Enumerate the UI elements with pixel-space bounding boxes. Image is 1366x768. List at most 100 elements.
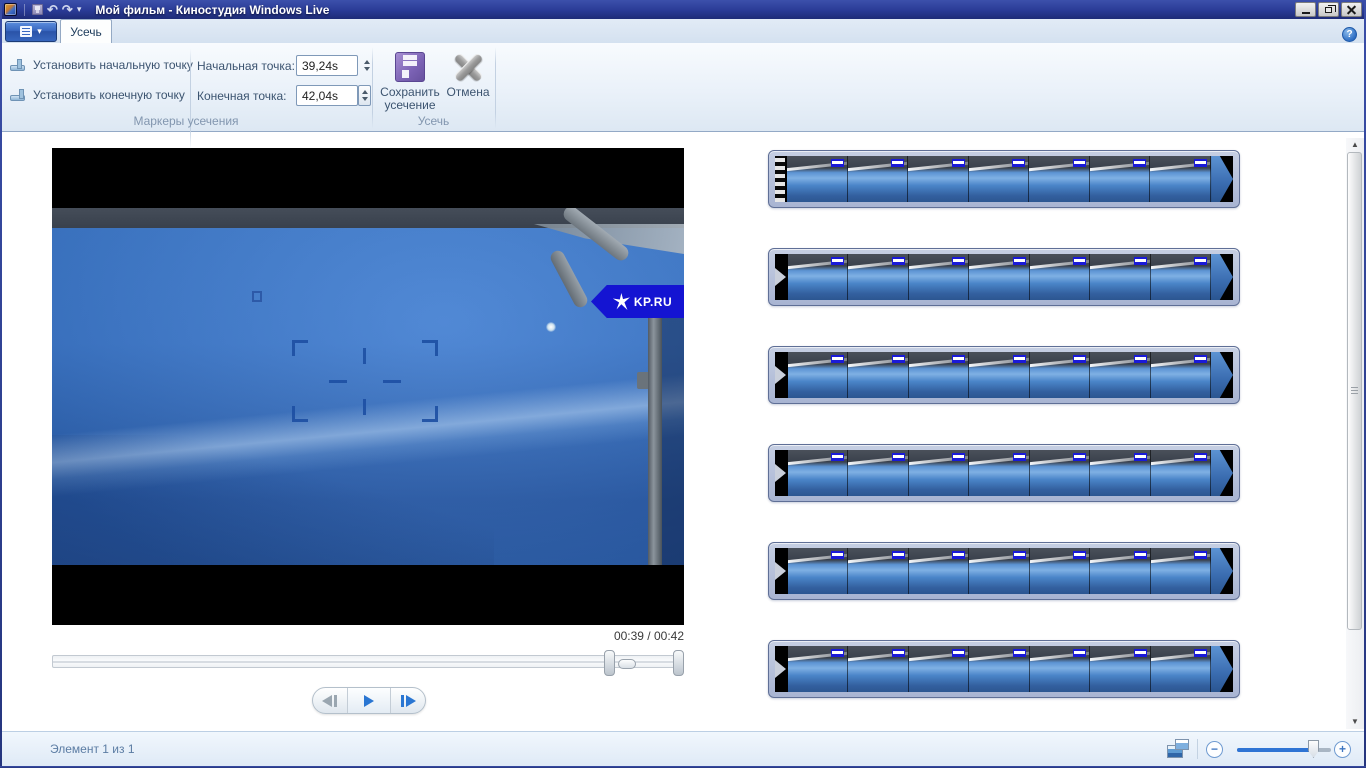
close-button[interactable] xyxy=(1341,2,1362,17)
video-frame-thumbnail[interactable] xyxy=(847,156,909,202)
vertical-scrollbar[interactable]: ▲ ▼ xyxy=(1346,138,1364,729)
video-frame-thumbnail[interactable] xyxy=(1090,254,1151,300)
filmstrip-row[interactable] xyxy=(768,640,1240,698)
undo-icon[interactable]: ↶ xyxy=(47,3,58,16)
zoom-slider-thumb[interactable] xyxy=(1308,740,1319,758)
trim-end-handle[interactable] xyxy=(673,650,684,676)
start-point-label: Начальная точка: xyxy=(197,59,295,73)
video-frame-thumbnail[interactable] xyxy=(1150,156,1212,202)
filmstrip-panel xyxy=(768,150,1240,738)
thumbnail-view-icon[interactable] xyxy=(1167,739,1189,758)
start-point-value: 39,24s xyxy=(302,58,339,73)
video-frame-thumbnail[interactable] xyxy=(788,254,849,300)
previous-frame-button[interactable] xyxy=(313,688,347,713)
video-frame-thumbnail[interactable] xyxy=(1029,548,1091,594)
zoom-out-button[interactable]: − xyxy=(1206,741,1223,758)
start-point-input[interactable]: 39,24s xyxy=(296,55,358,76)
strip-arrow-icon xyxy=(1211,156,1234,202)
titlebar: ↶ ↷ ▾ Мой фильм - Киностудия Windows Liv… xyxy=(0,0,1366,19)
filmstrip-row[interactable] xyxy=(768,542,1240,600)
app-menu-button[interactable]: ▾ xyxy=(5,21,57,42)
cancel-label: Отмена xyxy=(446,85,490,99)
video-frame-thumbnail[interactable] xyxy=(908,450,970,496)
video-frame-thumbnail[interactable] xyxy=(969,254,1030,300)
video-frame-thumbnail[interactable] xyxy=(1029,254,1091,300)
hud-overlay xyxy=(52,208,684,565)
video-frame-thumbnail[interactable] xyxy=(969,548,1030,594)
video-frame-thumbnail[interactable] xyxy=(1150,254,1211,300)
video-frame-thumbnail[interactable] xyxy=(1029,450,1091,496)
set-start-point-button[interactable]: Установить начальную точку xyxy=(6,54,197,76)
app-icon[interactable] xyxy=(4,3,17,16)
video-frame-thumbnail[interactable] xyxy=(848,254,909,300)
video-frame-thumbnail[interactable] xyxy=(1090,646,1151,692)
tab-trim[interactable]: Усечь xyxy=(60,19,112,43)
video-frame-thumbnail[interactable] xyxy=(908,156,969,202)
video-frame-thumbnail[interactable] xyxy=(1090,352,1151,398)
video-frame-thumbnail[interactable] xyxy=(788,450,849,496)
window-title: Мой фильм - Киностудия Windows Live xyxy=(95,2,330,17)
video-frame-thumbnail[interactable] xyxy=(788,352,849,398)
save-icon[interactable] xyxy=(32,4,43,15)
end-point-spinner[interactable] xyxy=(358,85,371,106)
filmstrip-row[interactable] xyxy=(768,150,1240,208)
video-frame-thumbnail[interactable] xyxy=(788,646,849,692)
filmstrip-row[interactable] xyxy=(768,248,1240,306)
group-label-trim-markers: Маркеры усечения xyxy=(133,114,239,128)
video-frame-thumbnail[interactable] xyxy=(848,450,909,496)
video-frame-thumbnail[interactable] xyxy=(848,548,909,594)
video-frame-thumbnail[interactable] xyxy=(1150,352,1211,398)
film-sprockets xyxy=(775,156,785,202)
video-frame-thumbnail[interactable] xyxy=(848,646,909,692)
video-frame-thumbnail[interactable] xyxy=(908,646,970,692)
group-label-trim: Усечь xyxy=(417,114,450,128)
set-end-point-button[interactable]: Установить конечную точку xyxy=(6,84,189,106)
video-frame-thumbnail[interactable] xyxy=(788,548,849,594)
video-preview[interactable]: KP.RU xyxy=(52,148,684,625)
scrollbar-thumb[interactable] xyxy=(1347,152,1362,630)
video-frame-thumbnail[interactable] xyxy=(1150,450,1211,496)
strip-arrow-icon xyxy=(1210,352,1233,398)
play-button[interactable] xyxy=(346,688,391,713)
video-frame-thumbnail[interactable] xyxy=(969,450,1030,496)
video-frame-thumbnail[interactable] xyxy=(1029,156,1090,202)
filmstrip-row[interactable] xyxy=(768,346,1240,404)
video-frame-thumbnail[interactable] xyxy=(1089,156,1151,202)
video-frame-thumbnail[interactable] xyxy=(1029,352,1091,398)
qat-dropdown-icon[interactable]: ▾ xyxy=(77,5,82,14)
filmstrip-row[interactable] xyxy=(768,444,1240,502)
video-frame-thumbnail[interactable] xyxy=(908,548,970,594)
video-frame-thumbnail[interactable] xyxy=(968,156,1030,202)
trim-start-handle[interactable] xyxy=(604,650,615,676)
set-end-icon xyxy=(10,88,27,102)
help-icon[interactable]: ? xyxy=(1342,27,1357,42)
redo-icon[interactable]: ↷ xyxy=(62,3,73,16)
scroll-down-icon[interactable]: ▼ xyxy=(1346,715,1364,729)
video-frame-thumbnail[interactable] xyxy=(969,352,1030,398)
set-start-icon xyxy=(10,58,27,72)
close-icon xyxy=(1347,5,1356,14)
next-frame-button[interactable] xyxy=(390,688,425,713)
video-frame-thumbnail[interactable] xyxy=(1090,548,1151,594)
playhead-handle[interactable] xyxy=(618,659,636,669)
video-frame-thumbnail[interactable] xyxy=(1029,646,1091,692)
video-frame-thumbnail[interactable] xyxy=(908,254,970,300)
scroll-up-icon[interactable]: ▲ xyxy=(1346,138,1364,152)
video-frame-thumbnail[interactable] xyxy=(1150,548,1211,594)
ribbon-tab-row: ▾ Усечь xyxy=(0,19,1366,43)
save-trim-icon xyxy=(395,52,425,82)
video-frame-thumbnail[interactable] xyxy=(848,352,909,398)
strip-arrow-icon xyxy=(1210,254,1233,300)
video-frame-thumbnail[interactable] xyxy=(1090,450,1151,496)
video-frame-thumbnail[interactable] xyxy=(969,646,1030,692)
transport-controls xyxy=(312,687,426,714)
end-point-input[interactable]: 42,04s xyxy=(296,85,358,106)
restore-button[interactable] xyxy=(1318,2,1339,17)
video-frame-thumbnail[interactable] xyxy=(787,156,848,202)
video-frame-thumbnail[interactable] xyxy=(908,352,970,398)
video-frame-thumbnail[interactable] xyxy=(1150,646,1211,692)
zoom-in-button[interactable]: + xyxy=(1334,741,1351,758)
playback-time: 00:39 / 00:42 xyxy=(613,629,684,643)
seek-bar[interactable] xyxy=(52,655,684,668)
minimize-button[interactable] xyxy=(1295,2,1316,17)
